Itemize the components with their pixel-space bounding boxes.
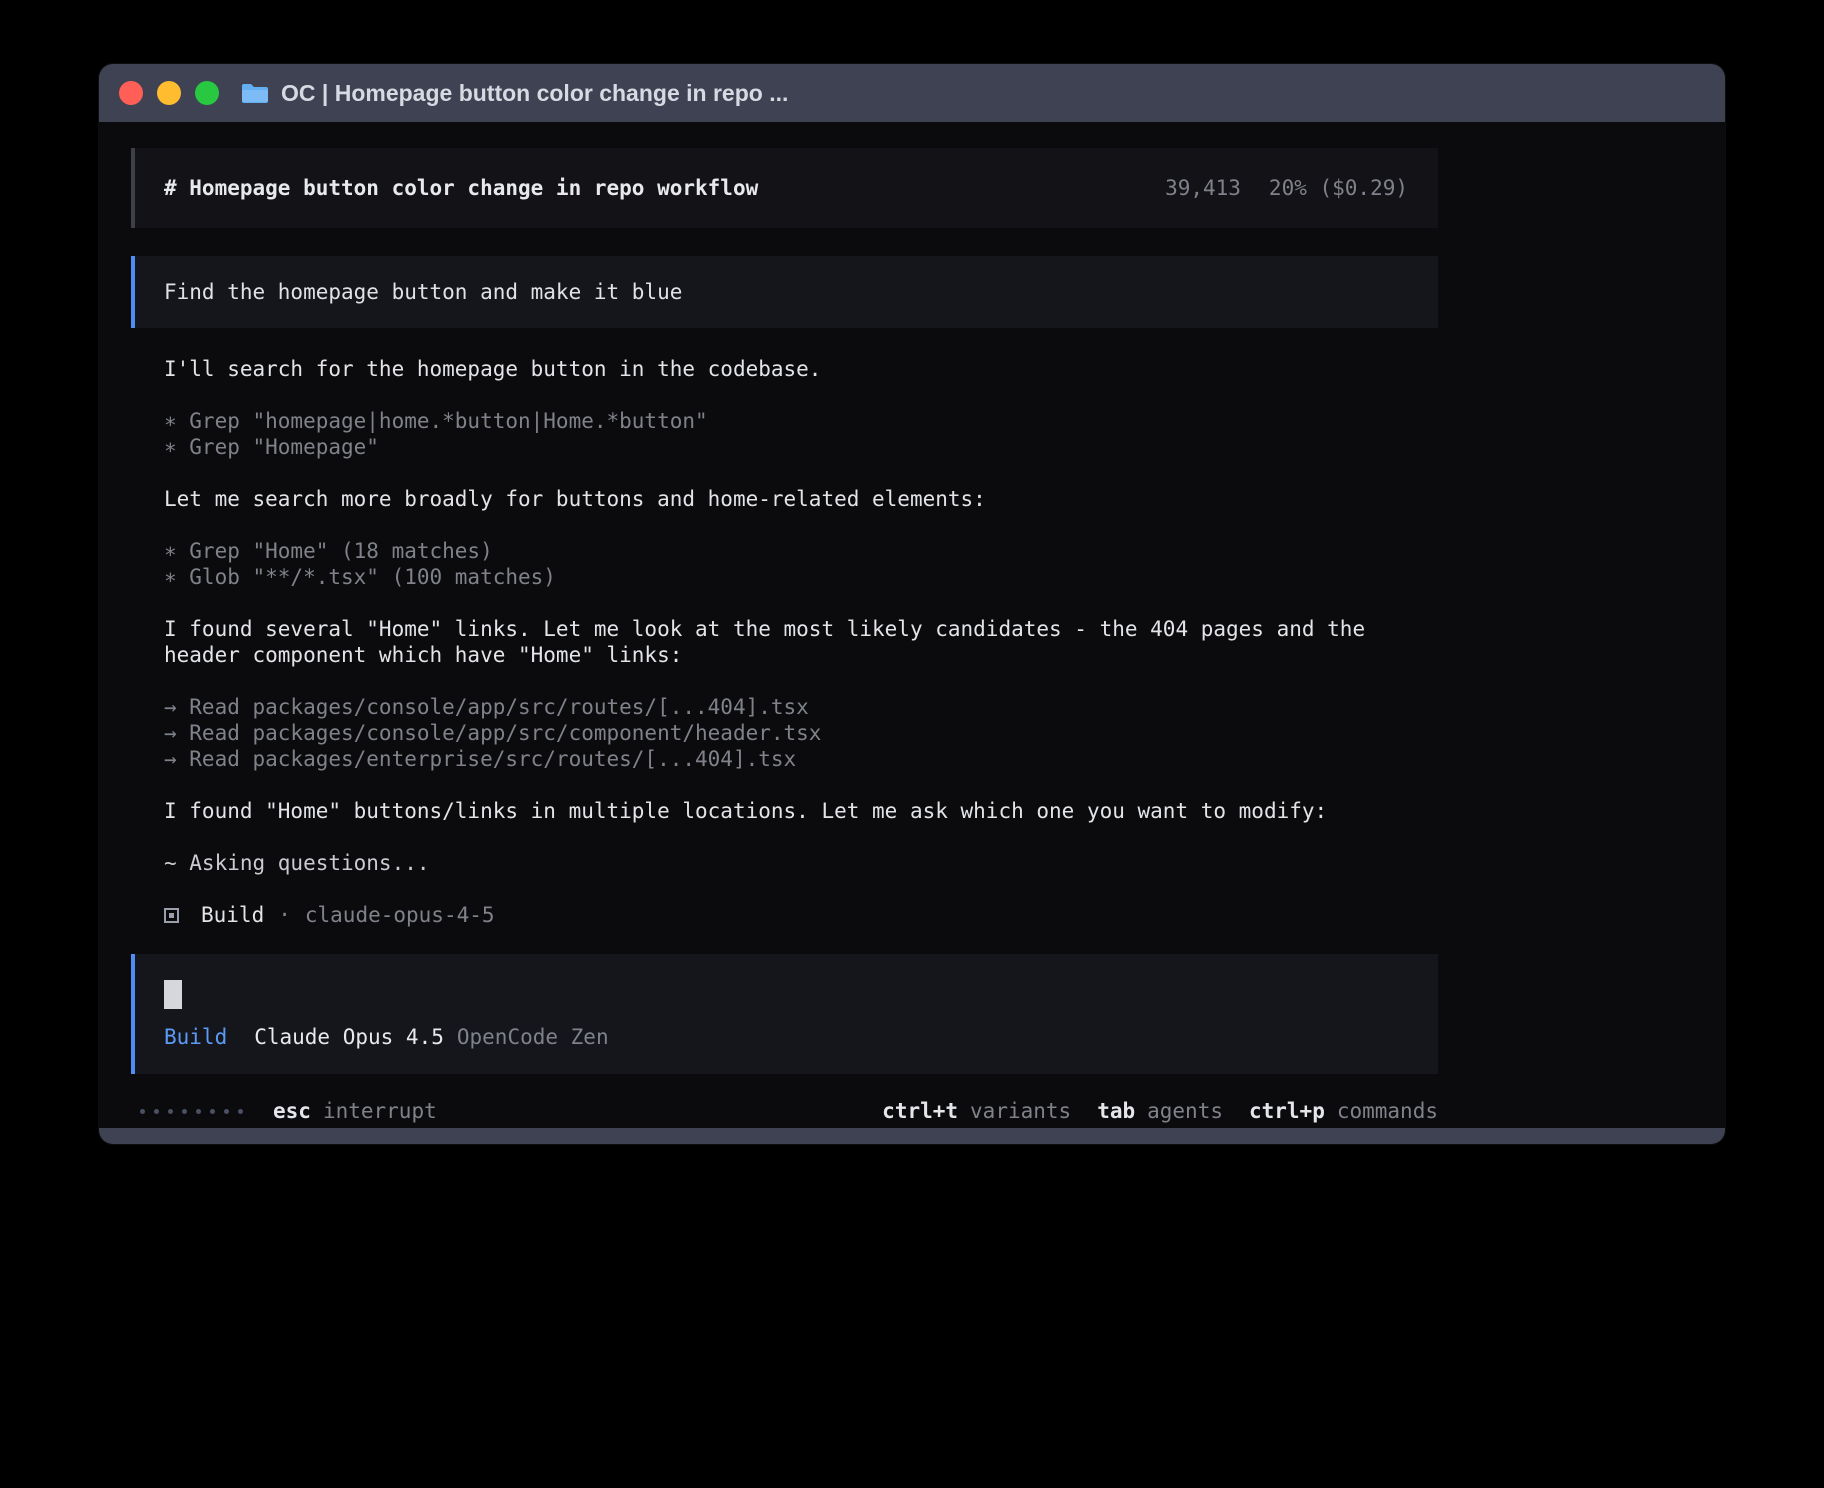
agent-build-icon — [164, 908, 179, 923]
keybind-label: commands — [1337, 1099, 1438, 1123]
spinner-dots — [140, 1109, 243, 1114]
tool-call-line: ∗ Grep "Homepage" — [164, 434, 1408, 460]
statusbar-right-hints: ctrl+t variants tab agents ctrl+p commands — [882, 1098, 1438, 1124]
transcript-block-status: ~ Asking questions... — [164, 850, 1408, 876]
agent-status-line: Build · claude-opus-4-5 — [131, 902, 1438, 928]
keybind-label: agents — [1147, 1099, 1223, 1123]
spinner-dot — [224, 1109, 229, 1114]
tool-call-line: ∗ Grep "homepage|home.*button|Home.*butt… — [164, 408, 1408, 434]
folder-icon — [241, 82, 269, 104]
window-title: OC | Homepage button color change in rep… — [281, 80, 788, 107]
input-provider-name: OpenCode Zen — [457, 1024, 609, 1050]
assistant-text-line: I'll search for the homepage button in t… — [164, 356, 1408, 382]
transcript-block-text: I found "Home" buttons/links in multiple… — [164, 798, 1408, 824]
spinner-dot — [140, 1109, 145, 1114]
session-header: # Homepage button color change in repo w… — [131, 148, 1438, 228]
statusbar-left-hints: esc interrupt — [273, 1098, 437, 1124]
user-message: Find the homepage button and make it blu… — [131, 256, 1438, 328]
tool-call-line: → Read packages/console/app/src/componen… — [164, 720, 1408, 746]
keybind-hint-variants: ctrl+t variants — [882, 1098, 1071, 1124]
agent-name: Build — [201, 902, 264, 928]
user-message-text: Find the homepage button and make it blu… — [164, 279, 682, 305]
keybind-hint-agents: tab agents — [1097, 1098, 1223, 1124]
assistant-text-line: ~ Asking questions... — [164, 850, 1408, 876]
session-title: # Homepage button color change in repo w… — [164, 175, 758, 201]
prompt-input[interactable]: Build Claude Opus 4.5 OpenCode Zen — [131, 954, 1438, 1074]
tool-call-line: ∗ Glob "**/*.tsx" (100 matches) — [164, 564, 1408, 590]
close-button[interactable] — [119, 81, 143, 105]
agent-separator: · — [278, 902, 291, 928]
spinner-dot — [182, 1109, 187, 1114]
window-titlebar: OC | Homepage button color change in rep… — [99, 64, 1725, 122]
minimize-button[interactable] — [157, 81, 181, 105]
transcript-block-text: I'll search for the homepage button in t… — [164, 356, 1408, 382]
keybind-key: ctrl+p — [1249, 1099, 1325, 1123]
text-cursor — [164, 980, 182, 1009]
zoom-button[interactable] — [195, 81, 219, 105]
keybind-hint-commands: ctrl+p commands — [1249, 1098, 1438, 1124]
input-mode-badge[interactable]: Build — [164, 1024, 227, 1050]
tool-call-line: → Read packages/enterprise/src/routes/[.… — [164, 746, 1408, 772]
transcript: I'll search for the homepage button in t… — [131, 356, 1438, 876]
spinner-dot — [238, 1109, 243, 1114]
spinner-dot — [168, 1109, 173, 1114]
session-usage: 39,413 20% ($0.29) — [1165, 175, 1408, 201]
tool-call-line: ∗ Grep "Home" (18 matches) — [164, 538, 1408, 564]
terminal-content: # Homepage button color change in repo w… — [99, 122, 1725, 1128]
spinner-dot — [196, 1109, 201, 1114]
keybind-hint-interrupt: esc interrupt — [273, 1098, 437, 1124]
traffic-lights — [119, 81, 219, 105]
transcript-block-tool: ∗ Grep "Home" (18 matches)∗ Glob "**/*.t… — [164, 538, 1408, 590]
spinner-dot — [154, 1109, 159, 1114]
window-bottom-edge — [99, 1128, 1725, 1144]
transcript-block-tool: ∗ Grep "homepage|home.*button|Home.*butt… — [164, 408, 1408, 460]
transcript-block-text: I found several "Home" links. Let me loo… — [164, 616, 1408, 668]
input-model-name: Claude Opus 4.5 — [254, 1024, 444, 1050]
keybind-label: variants — [970, 1099, 1071, 1123]
assistant-text-line: I found "Home" buttons/links in multiple… — [164, 798, 1408, 824]
keybind-key: esc — [273, 1099, 311, 1123]
terminal-window: OC | Homepage button color change in rep… — [99, 64, 1725, 1144]
status-bar: escinterrupt ctrl+tvariantstabagentsctrl… — [131, 1098, 1438, 1124]
assistant-text-line: I found several "Home" links. Let me loo… — [164, 616, 1408, 668]
keybind-key: ctrl+t — [882, 1099, 958, 1123]
context-usage: 20% ($0.29) — [1269, 175, 1408, 201]
keybind-label: interrupt — [323, 1099, 437, 1123]
spinner-dot — [210, 1109, 215, 1114]
token-count: 39,413 — [1165, 175, 1241, 201]
agent-model: claude-opus-4-5 — [305, 902, 495, 928]
input-meta: Build Claude Opus 4.5 OpenCode Zen — [164, 1024, 1409, 1050]
transcript-block-text: Let me search more broadly for buttons a… — [164, 486, 1408, 512]
assistant-text-line: Let me search more broadly for buttons a… — [164, 486, 1408, 512]
transcript-block-tool: → Read packages/console/app/src/routes/[… — [164, 694, 1408, 772]
keybind-key: tab — [1097, 1099, 1135, 1123]
tool-call-line: → Read packages/console/app/src/routes/[… — [164, 694, 1408, 720]
